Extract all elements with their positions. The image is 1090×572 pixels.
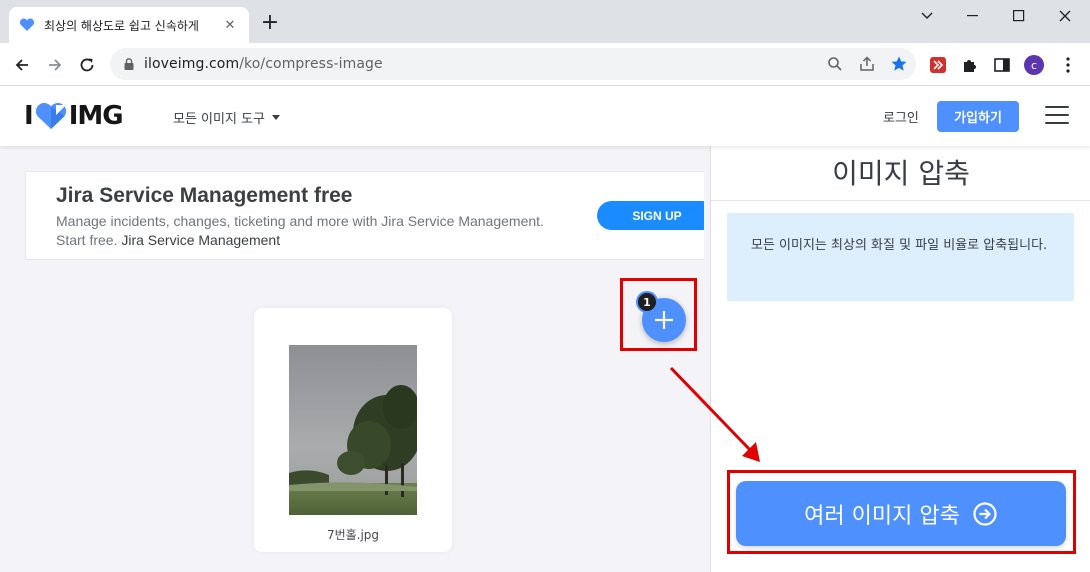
- login-link[interactable]: 로그인: [883, 107, 919, 126]
- heart-favicon-icon: [19, 18, 35, 31]
- info-box: 모든 이미지는 최상의 화질 및 파일 비율로 압축됩니다.: [727, 213, 1074, 301]
- bookmark-star-icon[interactable]: [890, 55, 908, 73]
- ad-signup-button[interactable]: SIGN UP: [597, 201, 717, 230]
- browser-tab-strip: 최상의 해상도로 쉽고 신속하게 ✕ +: [0, 0, 1090, 43]
- arrow-right-circle-icon: [973, 501, 997, 526]
- caret-down-icon: [272, 115, 280, 120]
- heart-logo-icon: [35, 102, 66, 129]
- minimize-icon[interactable]: [950, 0, 996, 32]
- compress-button-label: 여러 이미지 압축: [804, 503, 960, 529]
- extensions-puzzle-icon[interactable]: [960, 55, 980, 75]
- settings-sidebar: 이미지 압축 모든 이미지는 최상의 화질 및 파일 비율로 압축됩니다. 여러…: [710, 146, 1090, 572]
- extension-red-icon[interactable]: [928, 55, 948, 75]
- maximize-icon[interactable]: [996, 0, 1042, 32]
- plus-icon: [655, 311, 673, 329]
- share-icon[interactable]: [858, 55, 876, 73]
- image-thumbnail: [289, 345, 417, 515]
- annotation-arrow-icon: [669, 366, 760, 462]
- reload-icon[interactable]: [73, 51, 101, 79]
- side-panel-icon[interactable]: [992, 55, 1012, 75]
- close-tab-icon[interactable]: ✕: [221, 18, 239, 33]
- logo-suffix: IMG: [68, 101, 124, 131]
- file-name: 7번홀.jpg: [326, 528, 380, 542]
- back-icon[interactable]: [8, 51, 36, 79]
- profile-initial: c: [1030, 58, 1038, 72]
- signup-button[interactable]: 가입하기: [937, 101, 1019, 132]
- sidebar-title: 이미지 압축: [832, 157, 970, 190]
- all-tools-menu[interactable]: 모든 이미지 도구: [173, 108, 280, 127]
- site-header: I IMG 모든 이미지 도구 로그인 가입하기: [0, 86, 1090, 146]
- forward-icon[interactable]: [41, 51, 69, 79]
- file-card[interactable]: 7번홀.jpg: [254, 308, 452, 552]
- ad-description: Manage incidents, changes, ticketing and…: [56, 212, 576, 250]
- ad-brand[interactable]: Jira Service Management: [121, 232, 280, 248]
- logo-prefix: I: [24, 101, 34, 131]
- close-window-icon[interactable]: [1042, 0, 1088, 32]
- new-tab-icon[interactable]: +: [258, 11, 282, 35]
- lock-icon[interactable]: [122, 57, 136, 71]
- iloveimg-logo[interactable]: I IMG: [24, 101, 124, 131]
- tools-menu-label: 모든 이미지 도구: [173, 112, 265, 127]
- more-menu-icon[interactable]: [1058, 55, 1078, 75]
- browser-tab[interactable]: 최상의 해상도로 쉽고 신속하게 ✕: [9, 7, 249, 43]
- profile-avatar[interactable]: c: [1024, 55, 1044, 75]
- hamburger-menu-icon[interactable]: [1045, 106, 1069, 126]
- divider: [711, 200, 1090, 201]
- ad-title[interactable]: Jira Service Management free: [56, 184, 352, 208]
- advertisement-banner[interactable]: Jira Service Management free Manage inci…: [25, 171, 717, 260]
- tab-search-icon[interactable]: [904, 0, 950, 32]
- compress-images-button[interactable]: 여러 이미지 압축: [736, 481, 1066, 546]
- tab-title: 최상의 해상도로 쉽고 신속하게: [44, 18, 199, 33]
- url-text: iloveimg.com/ko/compress-image: [144, 56, 383, 72]
- upload-workspace: Jira Service Management free Manage inci…: [0, 146, 717, 572]
- browser-toolbar: iloveimg.com/ko/compress-image c: [0, 43, 1090, 86]
- address-bar[interactable]: iloveimg.com/ko/compress-image: [110, 48, 916, 80]
- file-count-badge: 1: [636, 291, 658, 313]
- search-icon[interactable]: [826, 55, 844, 73]
